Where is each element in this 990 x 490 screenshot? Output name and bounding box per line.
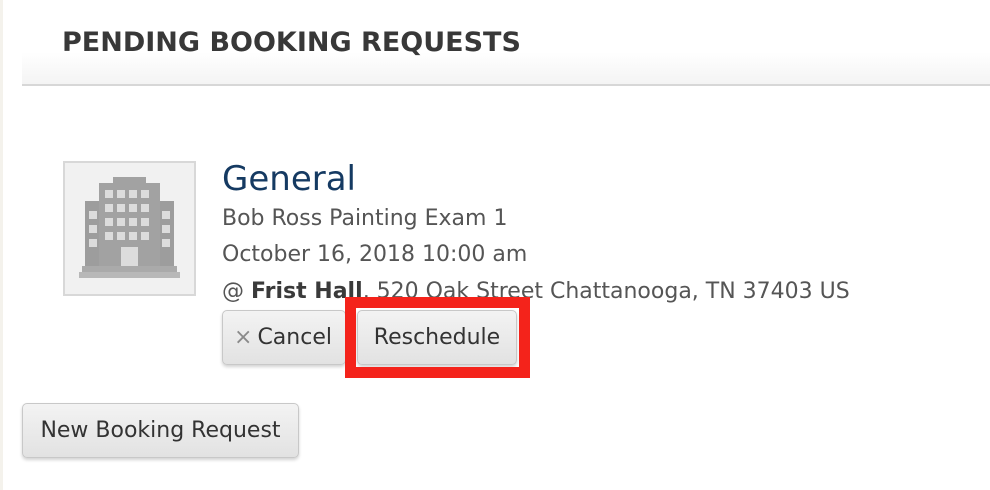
location-address: , 520 Oak Street Chattanooga, TN 37403 U… bbox=[362, 279, 850, 304]
new-booking-request-button[interactable]: New Booking Request bbox=[22, 403, 299, 458]
cancel-button-label: Cancel bbox=[257, 325, 332, 350]
reschedule-button[interactable]: Reschedule bbox=[357, 310, 517, 365]
section-header: PENDING BOOKING REQUESTS bbox=[22, 0, 990, 86]
booking-exam-name: Bob Ross Painting Exam 1 bbox=[222, 206, 508, 231]
booking-thumbnail bbox=[63, 161, 196, 296]
booking-datetime: October 16, 2018 10:00 am bbox=[222, 242, 528, 267]
close-icon: × bbox=[234, 325, 253, 350]
reschedule-button-label: Reschedule bbox=[373, 325, 501, 350]
location-building: Frist Hall bbox=[251, 279, 363, 304]
building-icon bbox=[65, 163, 194, 294]
page-left-edge bbox=[0, 0, 3, 490]
booking-location: @ Frist Hall, 520 Oak Street Chattanooga… bbox=[222, 278, 850, 306]
cancel-button[interactable]: × Cancel bbox=[222, 310, 346, 365]
section-title: PENDING BOOKING REQUESTS bbox=[62, 27, 521, 58]
new-booking-request-label: New Booking Request bbox=[40, 418, 281, 443]
booking-type-title: General bbox=[222, 159, 356, 199]
location-prefix: @ bbox=[222, 279, 251, 304]
